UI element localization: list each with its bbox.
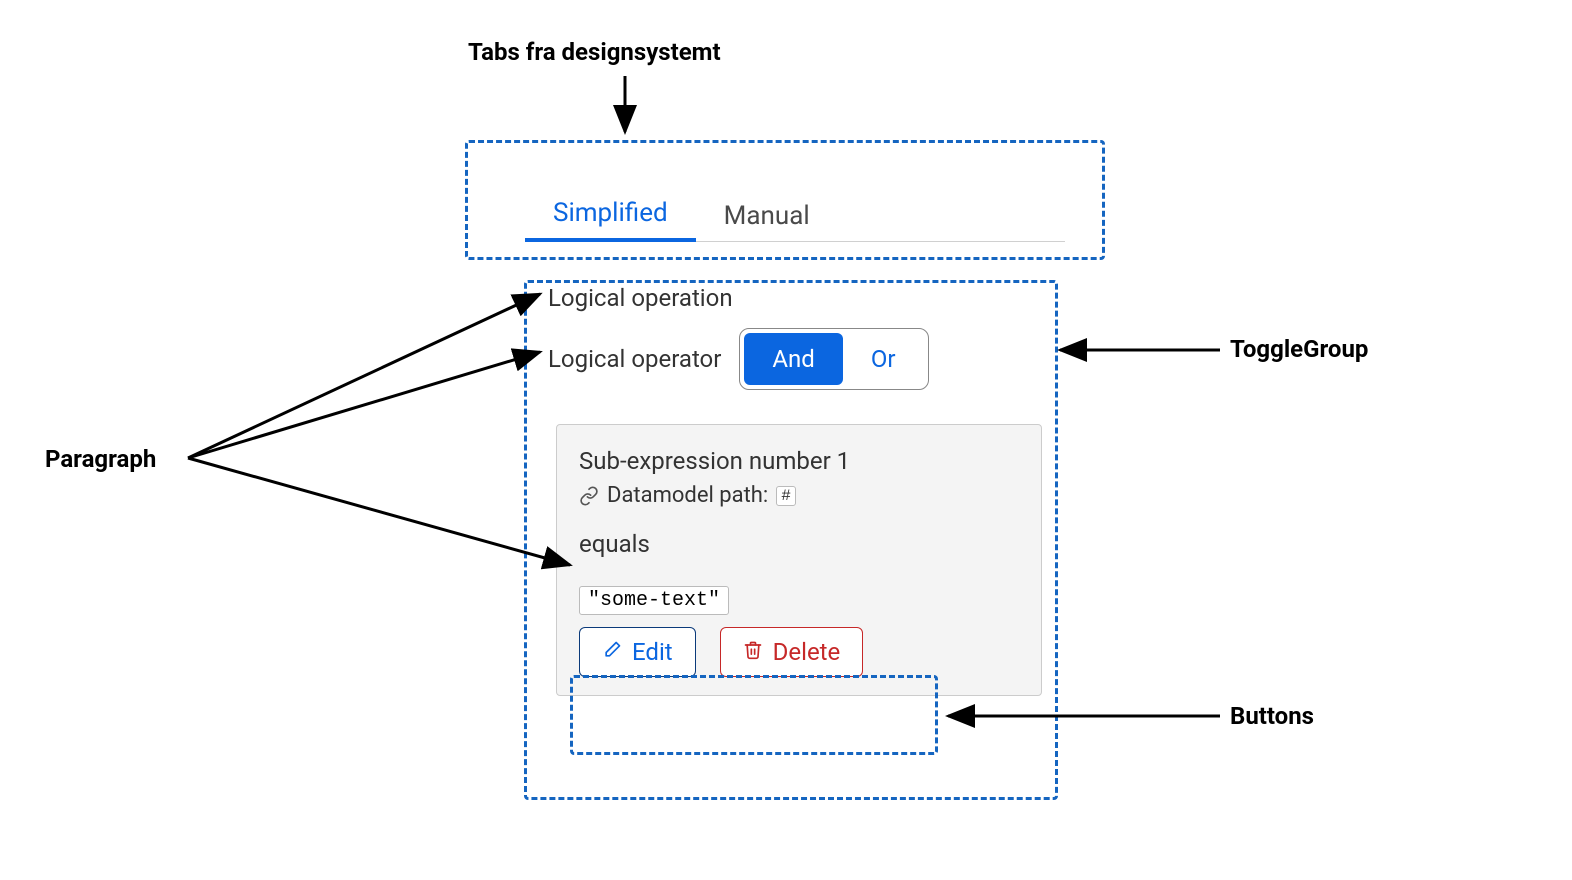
tabs-container: Simplified Manual bbox=[465, 140, 1105, 260]
edit-button-label: Edit bbox=[632, 638, 673, 666]
expression-operator: equals bbox=[579, 530, 1019, 558]
datamodel-label: Datamodel path: bbox=[607, 483, 768, 508]
tab-simplified[interactable]: Simplified bbox=[525, 190, 696, 242]
edit-button[interactable]: Edit bbox=[579, 627, 696, 677]
sub-expression-card: Sub-expression number 1 Datamodel path: … bbox=[556, 424, 1042, 696]
annotation-paragraph-label: Paragraph bbox=[45, 445, 156, 473]
tabs-row: Simplified Manual bbox=[525, 190, 1065, 242]
logical-operation-title: Logical operation bbox=[548, 284, 1058, 312]
expression-value-chip: "some-text" bbox=[579, 586, 729, 615]
tab-manual[interactable]: Manual bbox=[696, 193, 838, 241]
delete-button[interactable]: Delete bbox=[720, 627, 864, 677]
datamodel-value-chip: # bbox=[776, 486, 796, 506]
pencil-icon bbox=[602, 638, 622, 666]
logical-operation-section: Logical operation Logical operator And O… bbox=[548, 284, 1058, 390]
logical-operator-label: Logical operator bbox=[548, 345, 721, 373]
sub-expression-title: Sub-expression number 1 bbox=[579, 447, 1019, 475]
logical-operator-row: Logical operator And Or bbox=[548, 328, 1058, 390]
toggle-group[interactable]: And Or bbox=[739, 328, 928, 390]
card-button-row: Edit Delete bbox=[579, 627, 1019, 677]
annotation-tabs-label: Tabs fra designsystemt bbox=[468, 38, 721, 66]
toggle-option-and[interactable]: And bbox=[744, 333, 842, 385]
trash-icon bbox=[743, 638, 763, 666]
link-icon bbox=[579, 486, 599, 506]
annotation-togglegroup-label: ToggleGroup bbox=[1230, 335, 1368, 363]
annotation-buttons-label: Buttons bbox=[1230, 702, 1314, 730]
datamodel-row: Datamodel path: # bbox=[579, 483, 1019, 508]
toggle-option-or[interactable]: Or bbox=[843, 333, 924, 385]
delete-button-label: Delete bbox=[773, 638, 841, 666]
